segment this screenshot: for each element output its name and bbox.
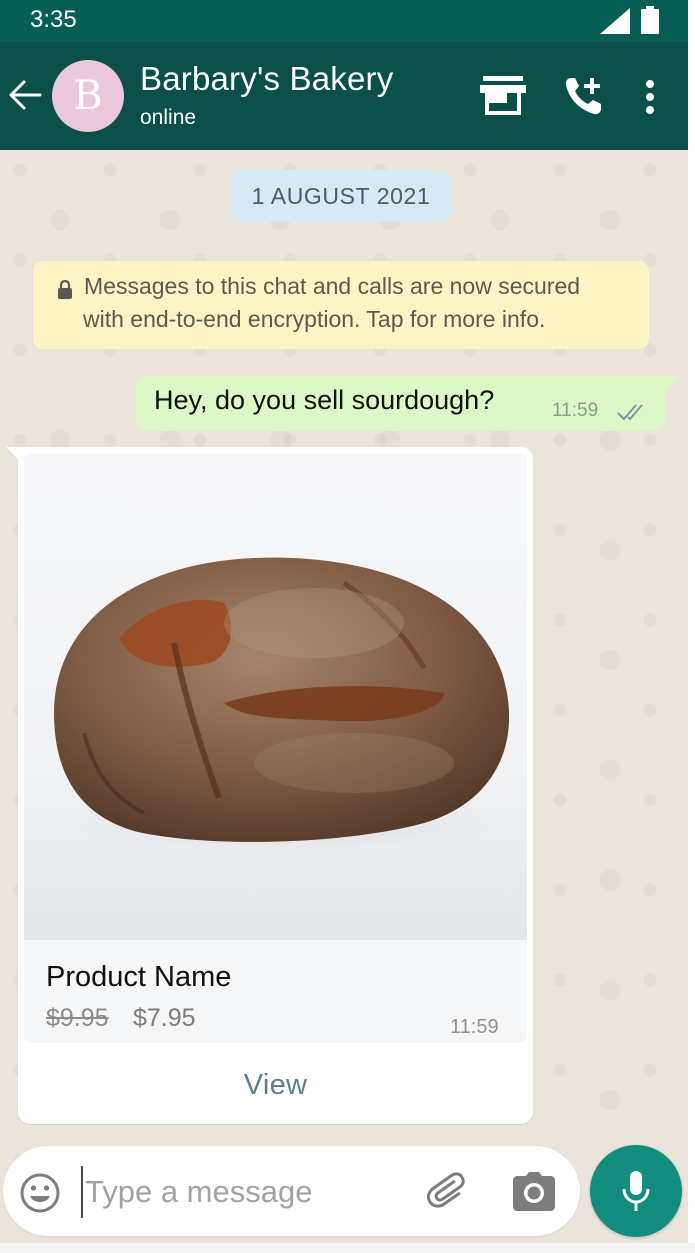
- paperclip-icon[interactable]: [427, 1170, 471, 1214]
- date-chip: 1 AUGUST 2021: [231, 170, 451, 222]
- message-text: Hey, do you sell sourdough?: [154, 385, 495, 415]
- store-icon[interactable]: [480, 76, 526, 116]
- arrow-back-icon[interactable]: [8, 78, 42, 112]
- original-price: $9.95: [46, 1004, 109, 1032]
- emoji-icon[interactable]: [19, 1172, 61, 1214]
- camera-icon[interactable]: [513, 1172, 555, 1212]
- outgoing-bubble-tail: [665, 376, 679, 390]
- status-bar: 3:35: [0, 0, 688, 42]
- lock-icon: [58, 279, 72, 299]
- screen-edge-bottom: [0, 1243, 695, 1253]
- microphone-icon: [622, 1171, 650, 1211]
- chat-title[interactable]: Barbary's Bakery: [140, 60, 393, 98]
- view-product-button[interactable]: View: [18, 1047, 533, 1124]
- outgoing-message[interactable]: Hey, do you sell sourdough? 11:59: [136, 376, 665, 431]
- chat-header: B Barbary's Bakery online: [0, 42, 688, 150]
- status-time: 3:35: [30, 6, 77, 33]
- microphone-button[interactable]: [590, 1145, 682, 1237]
- encryption-text-line1: Messages to this chat and calls are now …: [84, 273, 581, 299]
- product-name: Product Name: [46, 961, 232, 993]
- sale-price: $7.95: [133, 1004, 196, 1032]
- product-panel[interactable]: Product Name $9.95 $7.95 11:59: [24, 453, 527, 1043]
- message-input[interactable]: [81, 1166, 407, 1218]
- signal-icon: [600, 8, 630, 34]
- chat-status: online: [140, 106, 197, 129]
- screen-edge: [688, 0, 695, 1253]
- message-time: 11:59: [552, 400, 599, 421]
- double-check-icon: [617, 404, 643, 421]
- product-message: Product Name $9.95 $7.95 11:59 View: [18, 447, 533, 1124]
- encryption-notice[interactable]: Messages to this chat and calls are now …: [33, 261, 649, 349]
- battery-icon: [641, 6, 659, 34]
- message-composer: [3, 1146, 580, 1236]
- more-vert-icon[interactable]: [640, 78, 660, 118]
- product-image-sourdough-bread[interactable]: [24, 453, 527, 940]
- message-time: 11:59: [450, 1016, 499, 1038]
- encryption-text-line2: with end-to-end encryption. Tap for more…: [83, 306, 546, 332]
- add-call-icon[interactable]: [562, 74, 606, 118]
- avatar[interactable]: B: [52, 60, 124, 132]
